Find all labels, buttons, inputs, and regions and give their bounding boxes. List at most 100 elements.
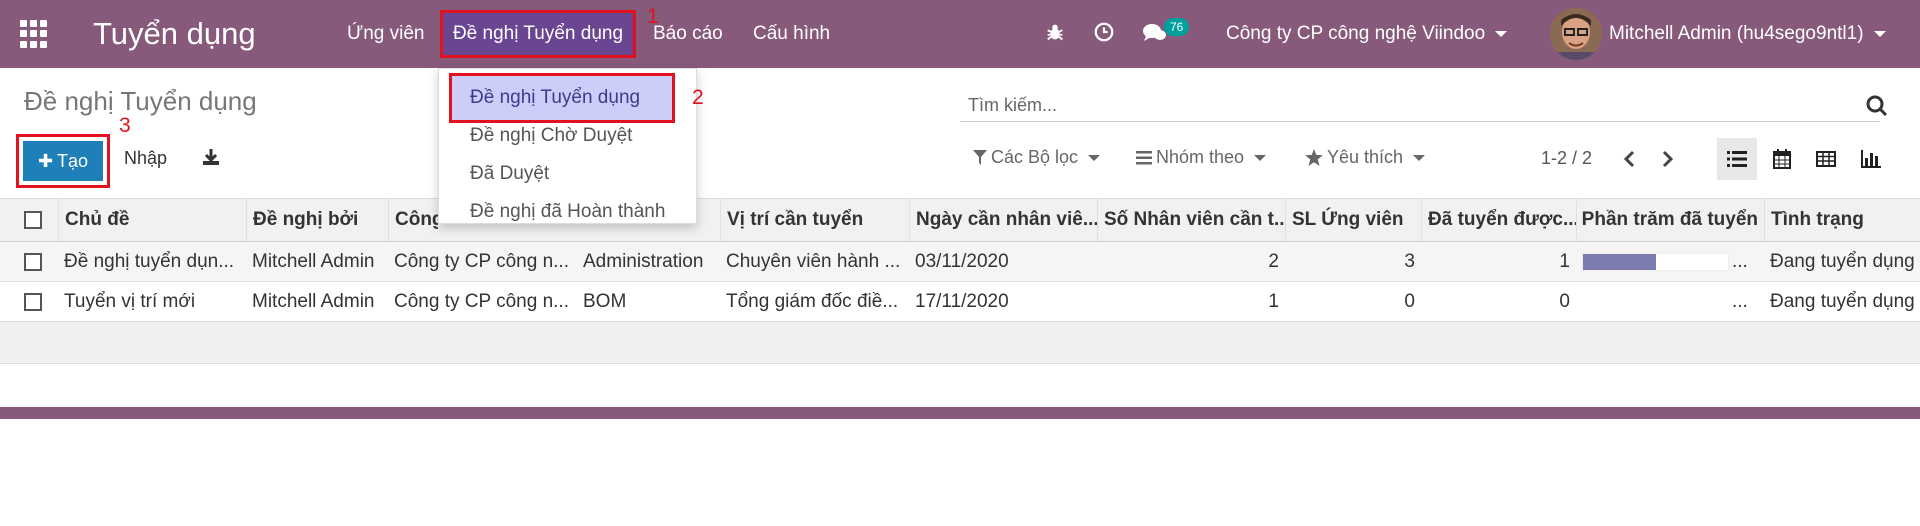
top-navbar: Tuyển dụng Ứng viên Báo cáo Cấu hình 76 … [0,0,1920,68]
menu-recruitment-requests[interactable]: Đề nghị Tuyển dụng [440,10,636,58]
filters-dropdown[interactable]: Các Bộ lọc [973,147,1101,168]
cell-position: Tổng giám đốc điề... [726,290,899,312]
calendar-view-button[interactable] [1762,138,1802,180]
table-footer [0,322,1920,364]
row-checkbox[interactable] [24,293,42,311]
row-checkbox[interactable] [24,253,42,271]
cell-applicants: 3 [1404,250,1415,272]
column-header-hired[interactable]: Đã tuyển được... [1421,199,1576,241]
table-row[interactable]: Đề nghị tuyển dụn... Mitchell Admin Công… [0,242,1920,282]
chevron-down-icon [1873,31,1886,37]
filter-icon [973,149,987,165]
progress-fill [1583,254,1656,270]
cell-status: Đang tuyển dụng [1770,290,1915,312]
page-title: Đề nghị Tuyển dụng [24,86,257,116]
cell-requested-by: Mitchell Admin [252,290,375,312]
cell-ellipsis: ... [1732,250,1748,272]
group-by-label: Nhóm theo [1156,147,1245,167]
row-select-cell [0,242,58,281]
select-all-cell [0,199,58,241]
chevron-right-icon[interactable] [1661,150,1675,173]
company-switcher[interactable]: Công ty CP công nghệ Viindoo [1226,0,1508,68]
filters-label: Các Bộ lọc [991,147,1079,167]
annotation-2: 2 [692,86,704,109]
cell-requested-by: Mitchell Admin [252,250,375,272]
company-name: Công ty CP công nghệ Viindoo [1226,23,1486,44]
table-row[interactable]: Tuyển vị trí mới Mitchell Admin Công ty … [0,282,1920,322]
create-button[interactable]: ✚ Tạo [23,141,103,181]
search-icon[interactable] [1866,95,1888,122]
cell-status: Đang tuyển dụng [1770,250,1915,272]
cell-company: Công ty CP công n... [394,290,569,312]
menu-applicants[interactable]: Ứng viên [347,0,425,68]
import-button[interactable]: Nhập [124,148,167,169]
column-header-position[interactable]: Vị trí cần tuyển [720,199,909,241]
chat-count-badge: 76 [1164,18,1190,36]
user-menu[interactable]: Mitchell Admin (hu4sego9ntl1) [1609,0,1886,68]
recruitment-requests-dropdown: Đề nghị Tuyển dụng Đề nghị Chờ Duyệt Đã … [438,68,697,224]
avatar[interactable] [1550,8,1602,60]
apps-grid-icon[interactable] [20,20,48,48]
column-header-expected-employees[interactable]: Số Nhân viên cần t... [1097,199,1285,241]
table-header: Chủ đề Đề nghị bởi Công Vị trí cần tuyển… [0,198,1920,242]
bar-chart-icon [1861,150,1881,168]
plus-icon: ✚ [37,150,54,171]
dropdown-item-all-requests[interactable]: Đề nghị Tuyển dụng [449,73,675,123]
cell-subject: Đề nghị tuyển dụn... [64,250,235,272]
chevron-left-icon[interactable] [1622,150,1636,173]
list-view-button[interactable] [1717,138,1757,180]
cell-subject: Tuyển vị trí mới [64,290,196,312]
column-header-status[interactable]: Tình trạng [1764,199,1920,241]
select-all-checkbox[interactable] [24,211,42,229]
chevron-down-icon [1495,31,1508,37]
chevron-down-icon [1088,154,1101,161]
favorites-dropdown[interactable]: Yêu thích [1305,147,1426,168]
cell-needed: 1 [1268,290,1279,312]
dropdown-item-waiting-approval[interactable]: Đề nghị Chờ Duyệt [470,125,632,147]
column-header-subject[interactable]: Chủ đề [58,199,246,241]
favorites-label: Yêu thích [1327,147,1404,167]
clock-icon[interactable] [1093,21,1115,43]
column-header-hired-percent[interactable]: Phần trăm đã tuyển [1576,199,1764,241]
graph-view-button[interactable] [1851,138,1891,180]
pager-value[interactable]: 1-2 / 2 [1541,148,1592,169]
app-title: Tuyển dụng [93,16,256,51]
cell-hired: 1 [1559,250,1570,272]
cell-department: BOM [583,290,627,312]
cell-company: Công ty CP công n... [394,250,569,272]
chevron-down-icon [1254,154,1267,161]
search-input[interactable] [960,90,1880,122]
hired-percent-progress [1582,253,1729,271]
column-header-applicants[interactable]: SL Ứng viên [1285,199,1421,241]
cell-department: Administration [583,250,704,272]
download-icon[interactable] [201,147,221,172]
annotation-1: 1 [647,5,659,28]
create-highlight: ✚ Tạo [16,134,110,188]
row-select-cell [0,282,58,321]
cell-hired: 0 [1559,290,1570,312]
annotation-3: 3 [119,114,131,137]
list-icon [1136,150,1152,164]
menu-configuration[interactable]: Cấu hình [753,0,830,68]
cell-needed: 2 [1268,250,1279,272]
chevron-down-icon [1413,154,1426,161]
cell-applicants: 0 [1404,290,1415,312]
column-header-requested-by[interactable]: Đề nghị bởi [246,199,388,241]
create-label: Tạo [57,150,89,171]
menu-reports[interactable]: Báo cáo [653,0,723,68]
group-by-dropdown[interactable]: Nhóm theo [1136,147,1267,168]
cell-position: Chuyên viên hành ... [726,250,901,272]
table-icon [1816,151,1836,167]
cell-date: 03/11/2020 [915,250,1009,272]
column-header-company[interactable]: Công [388,199,438,241]
dropdown-item-completed[interactable]: Đề nghị đã Hoàn thành [470,201,665,223]
column-header-date-needed[interactable]: Ngày cần nhân viê... [909,199,1097,241]
cell-ellipsis: ... [1732,290,1748,312]
star-icon [1305,149,1323,166]
dropdown-item-approved[interactable]: Đã Duyệt [470,163,549,185]
bottom-divider [0,407,1920,419]
bug-icon[interactable] [1044,21,1066,43]
list-view-icon [1727,151,1747,167]
user-name: Mitchell Admin (hu4sego9ntl1) [1609,23,1864,44]
pivot-view-button[interactable] [1806,138,1846,180]
